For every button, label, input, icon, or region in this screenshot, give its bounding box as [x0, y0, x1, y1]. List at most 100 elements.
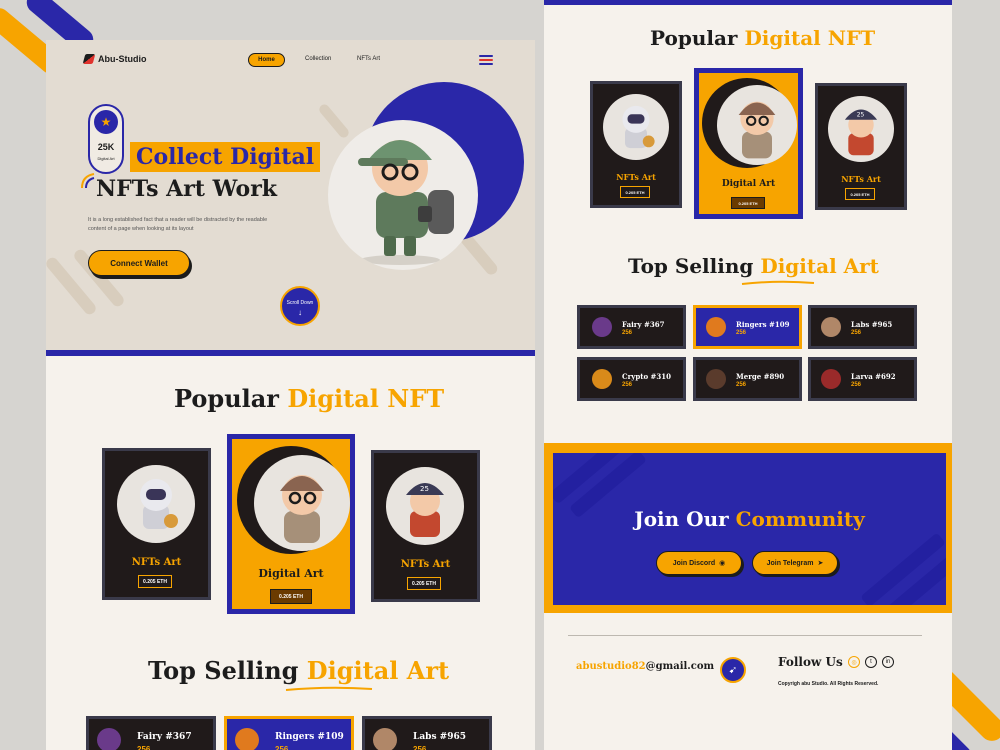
firefighter-icon: 25 — [828, 96, 894, 162]
linkedin-icon[interactable]: in — [882, 656, 894, 668]
scroll-down-button[interactable]: Scroll Down ↓ — [280, 286, 320, 326]
avatar — [706, 369, 726, 389]
item-name: Labs #965 — [851, 320, 893, 329]
nft-card-price: 0.205 ETH — [270, 589, 312, 604]
item-name: Labs #965 — [413, 732, 466, 742]
brand-logo[interactable]: Abu-Studio — [82, 54, 147, 64]
nav-home-button[interactable]: Home — [248, 53, 285, 67]
explorer-icon — [254, 455, 350, 551]
top-selling-item[interactable]: Labs #965 256 — [808, 305, 917, 349]
hero-divider — [46, 350, 535, 356]
item-value: 256 — [736, 382, 747, 388]
nft-card[interactable]: NFTs Art 0.205 ETH — [102, 448, 211, 600]
avatar — [821, 369, 841, 389]
badge-count: 25K — [97, 142, 115, 152]
top-selling-title-accent: Digital Art — [306, 656, 450, 685]
discord-icon: ◉ — [719, 560, 726, 567]
nft-card[interactable]: 25 NFTs Art 0.205 ETH — [371, 450, 480, 602]
hero-section: Abu-Studio Home Collection NFTs Art ★ 25… — [46, 40, 535, 350]
top-selling-item[interactable]: Merge #890 256 — [693, 357, 802, 401]
nft-card-price: 0.205 ETH — [845, 188, 875, 200]
join-telegram-button[interactable]: Join Telegram ➤ — [752, 551, 838, 575]
avatar — [592, 317, 612, 337]
explorer-icon — [717, 85, 797, 165]
hero-character-image — [328, 120, 478, 270]
item-value: 256 — [413, 745, 427, 750]
item-name: Ringers #109 — [736, 320, 790, 329]
star-icon: ★ — [94, 110, 118, 134]
nft-card-featured[interactable]: Digital Art 0.205 ETH — [694, 68, 803, 219]
footer-email[interactable]: abustudio82@gmail.com — [576, 661, 714, 672]
join-discord-button[interactable]: Join Discord ◉ — [656, 551, 742, 575]
badge-label: Digital Art — [97, 156, 115, 161]
item-value: 256 — [851, 330, 862, 336]
nav-collection-link[interactable]: Collection — [305, 56, 331, 62]
item-name: Ringers #109 — [275, 732, 344, 742]
nft-card[interactable]: 25 NFTs Art 0.205 ETH — [815, 83, 907, 210]
hero-deco-stripe — [317, 102, 351, 140]
nft-card-name: NFTs Art — [131, 557, 182, 568]
top-selling-title-plain: Top Selling — [628, 254, 754, 278]
community-section: Join Our Community Join Discord ◉ Join T… — [544, 443, 952, 613]
community-title-accent: Community — [735, 507, 865, 531]
avatar — [235, 728, 259, 750]
item-name: Larva #692 — [851, 372, 896, 381]
top-selling-item[interactable]: Larva #692 256 — [808, 357, 917, 401]
nft-card-name: Digital Art — [258, 567, 324, 580]
item-value: 256 — [736, 330, 747, 336]
landing-page-right: Popular Digital NFT NFTs Art 0.205 ETH D… — [544, 0, 952, 750]
menu-icon[interactable] — [479, 55, 493, 67]
avatar — [592, 369, 612, 389]
popular-title-accent: Digital NFT — [744, 26, 876, 50]
title-underline — [285, 686, 373, 691]
nft-card-featured[interactable]: Digital Art 0.205 ETH — [227, 434, 355, 614]
nft-card-name: NFTs Art — [400, 559, 451, 570]
top-selling-item[interactable]: Fairy #367 256 — [577, 305, 686, 349]
item-name: Crypto #310 — [622, 372, 672, 381]
avatar — [706, 317, 726, 337]
twitter-icon[interactable]: t — [865, 656, 877, 668]
top-selling-item-active[interactable]: Ringers #109 256 — [693, 305, 802, 349]
send-icon: ➹ — [720, 657, 746, 683]
title-underline — [741, 280, 815, 285]
item-value: 256 — [851, 382, 862, 388]
top-selling-item-active[interactable]: Ringers #109 256 — [224, 716, 354, 750]
popular-section-title: Popular Digital NFT — [650, 26, 875, 50]
svg-text:25: 25 — [420, 485, 429, 493]
top-selling-item[interactable]: Crypto #310 256 — [577, 357, 686, 401]
telegram-icon: ➤ — [817, 560, 824, 567]
avatar — [97, 728, 121, 750]
item-name: Fairy #367 — [622, 320, 665, 329]
join-discord-label: Join Discord — [672, 559, 716, 567]
footer-divider — [568, 635, 922, 636]
item-name: Merge #890 — [736, 372, 785, 381]
astronaut-icon — [117, 465, 195, 543]
top-selling-title-accent: Digital Art — [760, 254, 879, 278]
instagram-icon[interactable]: ◎ — [848, 656, 860, 668]
nft-card[interactable]: NFTs Art 0.205 ETH — [590, 81, 682, 208]
community-title-plain: Join Our — [634, 507, 729, 531]
logo-icon — [82, 54, 96, 64]
join-telegram-label: Join Telegram — [766, 559, 814, 567]
nft-card-name: Digital Art — [721, 179, 776, 189]
nav-nfts-art-link[interactable]: NFTs Art — [357, 56, 380, 62]
community-title: Join Our Community — [553, 507, 946, 531]
top-selling-title-plain: Top Selling — [148, 656, 299, 685]
item-value: 256 — [622, 382, 633, 388]
astronaut-icon — [603, 94, 669, 160]
copyright-text: Copyrigh abu Studio. All Rights Reserved… — [778, 681, 879, 687]
nft-card-price: 0.205 ETH — [138, 575, 172, 588]
nft-card-price: 0.205 ETH — [731, 197, 765, 209]
item-value: 256 — [275, 745, 289, 750]
landing-page-left: Abu-Studio Home Collection NFTs Art ★ 25… — [46, 40, 535, 750]
follow-us-heading: Follow Us — [778, 655, 843, 669]
top-selling-item[interactable]: Labs #965 256 — [362, 716, 492, 750]
popular-title-plain: Popular — [174, 384, 279, 413]
top-selling-item[interactable]: Fairy #367 256 — [86, 716, 216, 750]
top-divider — [544, 0, 952, 5]
connect-wallet-button[interactable]: Connect Wallet — [88, 250, 190, 276]
popular-title-accent: Digital NFT — [287, 384, 445, 413]
digital-art-badge: ★ 25K Digital Art — [88, 104, 124, 174]
arrow-down-icon: ↓ — [298, 308, 302, 317]
hero-title-line2: NFTs Art Work — [96, 176, 278, 202]
